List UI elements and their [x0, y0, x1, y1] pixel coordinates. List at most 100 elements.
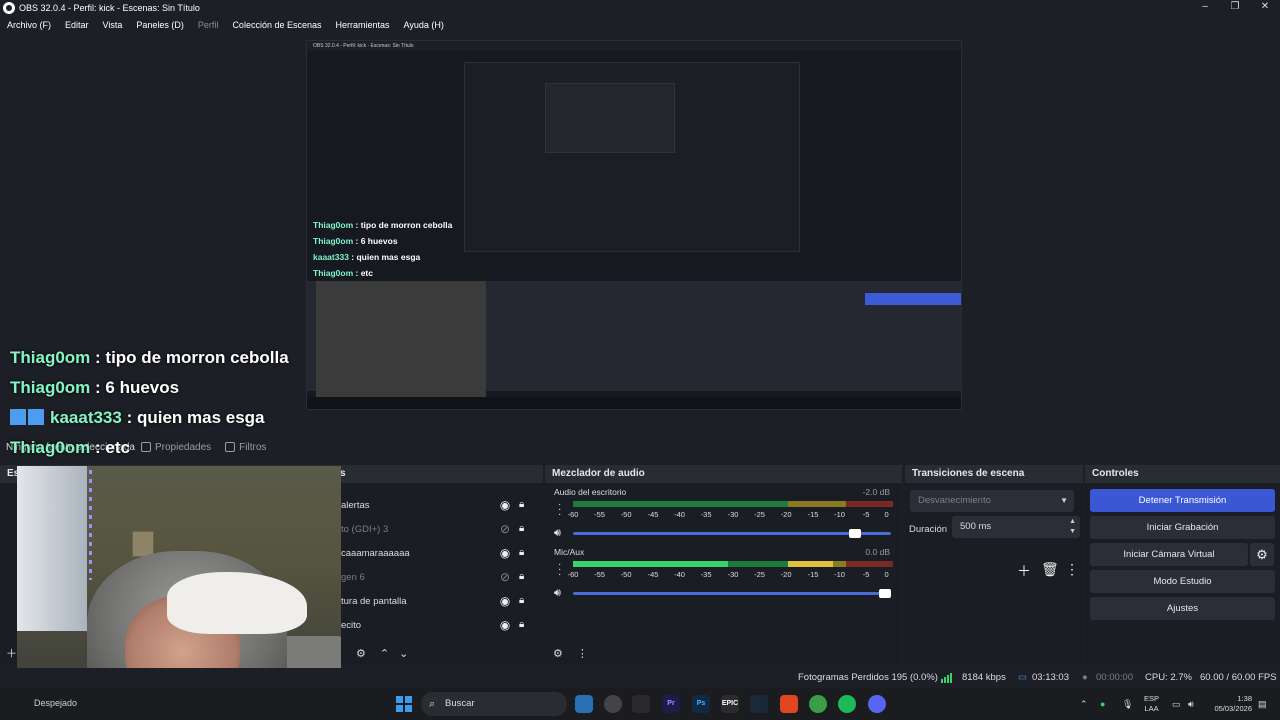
tray-chevron-up-icon[interactable]: ⌃	[1080, 699, 1088, 710]
settings-button[interactable]: Ajustes	[1090, 597, 1275, 620]
lock-icon[interactable]: 🔒︎	[519, 523, 529, 535]
trash-icon[interactable]: 🗑︎	[1041, 561, 1059, 578]
obs-app-icon[interactable]	[604, 695, 622, 713]
cpu-usage: CPU: 2.7%	[1145, 672, 1192, 683]
source-row[interactable]: tura de pantalla ◉ 🔒︎	[341, 591, 541, 613]
duration-field[interactable]: 500 ms ▲ ▼	[952, 516, 1080, 538]
obs-logo-icon	[3, 1, 15, 14]
lock-icon[interactable]: 🔒︎	[519, 571, 529, 583]
minimize-button[interactable]: –	[1190, 0, 1220, 15]
windows-start-icon[interactable]	[396, 696, 412, 712]
stop-stream-button[interactable]: Detener Transmisión	[1090, 489, 1275, 512]
mixer-menu-icon[interactable]: ⋮	[577, 647, 588, 660]
language-code: ESP	[1144, 694, 1160, 703]
more-options-icon[interactable]: ⋮	[1065, 561, 1079, 578]
eye-icon[interactable]: ◉	[499, 595, 511, 607]
add-transition-icon[interactable]: ＋	[1017, 561, 1031, 581]
task-view-icon[interactable]	[575, 695, 593, 713]
source-row[interactable]: alertas ◉ 🔒︎	[341, 495, 541, 517]
menu-bar: Archivo (F) Editar Vista Paneles (D) Per…	[0, 16, 1280, 34]
network-icon[interactable]: ▭	[1172, 699, 1181, 710]
menu-editar[interactable]: Editar	[58, 20, 96, 30]
channel-menu-icon[interactable]: · · ·	[558, 560, 561, 580]
steam-icon[interactable]	[750, 695, 768, 713]
nested-chat-line: Thiag0om : tipo de morron cebolla	[313, 220, 453, 230]
brave-icon[interactable]	[780, 695, 798, 713]
menu-ayuda[interactable]: Ayuda (H)	[397, 20, 451, 30]
source-row[interactable]: to (GDI+) 3 ⊘ 🔒︎	[341, 519, 541, 541]
transitions-title: Transiciones de escena	[905, 465, 1083, 483]
nested-obs-capture: OBS 32.0.4 - Perfil: kick - Escenas: Sin…	[306, 40, 962, 410]
eye-icon[interactable]: ◉	[499, 619, 511, 631]
channel-menu-icon[interactable]: · · ·	[558, 500, 561, 520]
start-recording-button[interactable]: Iniciar Grabación	[1090, 516, 1275, 539]
stream-icon: ▭	[1018, 672, 1027, 683]
channel-name: Audio del escritorio	[554, 487, 627, 497]
bitrate: 8184 kbps	[962, 672, 1006, 683]
taskbar-search[interactable]: ⌕ Buscar	[421, 692, 567, 716]
move-up-icon[interactable]: ⌃	[380, 647, 389, 660]
volume-slider-knob[interactable]	[849, 529, 861, 538]
spotify-icon[interactable]	[838, 695, 856, 713]
status-bar: Fotogramas Perdidos 195 (0.0%) 8184 kbps…	[0, 668, 1280, 688]
studio-mode-button[interactable]: Modo Estudio	[1090, 570, 1275, 593]
photoshop-icon[interactable]: Ps	[692, 695, 710, 713]
menu-herramientas[interactable]: Herramientas	[329, 20, 397, 30]
taskbar-clock[interactable]: 1:38 05/03/2026	[1206, 694, 1252, 714]
menu-perfil[interactable]: Perfil	[191, 20, 226, 30]
edge-app-icon[interactable]	[632, 695, 650, 713]
tray-mic-icon[interactable]: 🎙︎	[1122, 699, 1133, 710]
notification-icon[interactable]: ▤	[1258, 699, 1267, 710]
tray-status-icon[interactable]: ●	[1100, 699, 1105, 709]
channel-db: 0.0 dB	[865, 547, 890, 557]
chat-nick: kaaat333	[50, 408, 122, 427]
weather-label[interactable]: Despejado	[34, 698, 77, 708]
menu-vista[interactable]: Vista	[96, 20, 130, 30]
chat-nick: Thiag0om	[10, 438, 91, 457]
keyboard-layout: LAA	[1144, 704, 1159, 713]
eye-icon[interactable]: ◉	[499, 547, 511, 559]
close-button[interactable]: ✕	[1250, 0, 1280, 15]
chrome-icon[interactable]	[809, 695, 827, 713]
advanced-audio-gear-icon[interactable]: ⚙	[553, 647, 563, 660]
discord-icon[interactable]	[868, 695, 886, 713]
eye-hidden-icon[interactable]: ⊘	[499, 571, 511, 583]
source-settings-gear-icon[interactable]: ⚙	[356, 647, 366, 660]
source-row[interactable]: caaamaraaaaaa ◉ 🔒︎	[341, 543, 541, 565]
spinner-arrows-icon[interactable]: ▲ ▼	[1069, 517, 1076, 537]
lock-icon[interactable]: 🔒︎	[519, 619, 529, 631]
move-down-icon[interactable]: ⌄	[399, 647, 408, 660]
signal-bars-icon	[941, 673, 953, 683]
meter-red-segment	[846, 561, 893, 567]
volume-slider[interactable]	[573, 589, 891, 598]
lock-icon[interactable]: 🔒︎	[519, 595, 529, 607]
lock-icon[interactable]: 🔒︎	[519, 547, 529, 559]
menu-archivo[interactable]: Archivo (F)	[0, 20, 58, 30]
source-row[interactable]: gen 6 ⊘ 🔒︎	[341, 567, 541, 589]
volume-slider[interactable]	[573, 529, 891, 538]
eye-hidden-icon[interactable]: ⊘	[499, 523, 511, 535]
lock-icon[interactable]: 🔒︎	[519, 499, 529, 511]
audio-mixer-title: Mezclador de audio	[545, 465, 902, 483]
volume-slider-knob[interactable]	[879, 589, 891, 598]
speaker-icon[interactable]: 🔊︎	[554, 527, 561, 540]
nested-chat-line: Thiag0om : 6 huevos	[313, 236, 398, 246]
speaker-icon[interactable]: 🔊︎	[554, 587, 561, 600]
virtual-camera-settings-gear-icon[interactable]: ⚙	[1250, 543, 1274, 566]
tick-label: -5	[862, 510, 870, 519]
start-virtual-camera-button[interactable]: Iniciar Cámara Virtual	[1090, 543, 1248, 566]
premiere-icon[interactable]: Pr	[662, 695, 680, 713]
nested-inner-capture-2	[545, 83, 675, 153]
chat-line: Thiag0om : 6 huevos	[10, 373, 289, 403]
epic-games-icon[interactable]: EPIC	[721, 695, 739, 713]
maximize-button[interactable]: ❐	[1220, 0, 1250, 15]
source-row[interactable]: ecito ◉ 🔒︎	[341, 615, 541, 637]
tick-label: -55	[594, 510, 605, 519]
eye-icon[interactable]: ◉	[499, 499, 511, 511]
add-scene-icon[interactable]: ＋	[6, 645, 17, 661]
menu-paneles[interactable]: Paneles (D)	[129, 20, 191, 30]
language-indicator[interactable]: ESP LAA	[1144, 694, 1159, 714]
volume-icon[interactable]: 🔊︎	[1188, 699, 1194, 710]
menu-coleccion-escenas[interactable]: Colección de Escenas	[225, 20, 328, 30]
transition-select[interactable]: Desvanecimiento ▼	[910, 490, 1074, 512]
